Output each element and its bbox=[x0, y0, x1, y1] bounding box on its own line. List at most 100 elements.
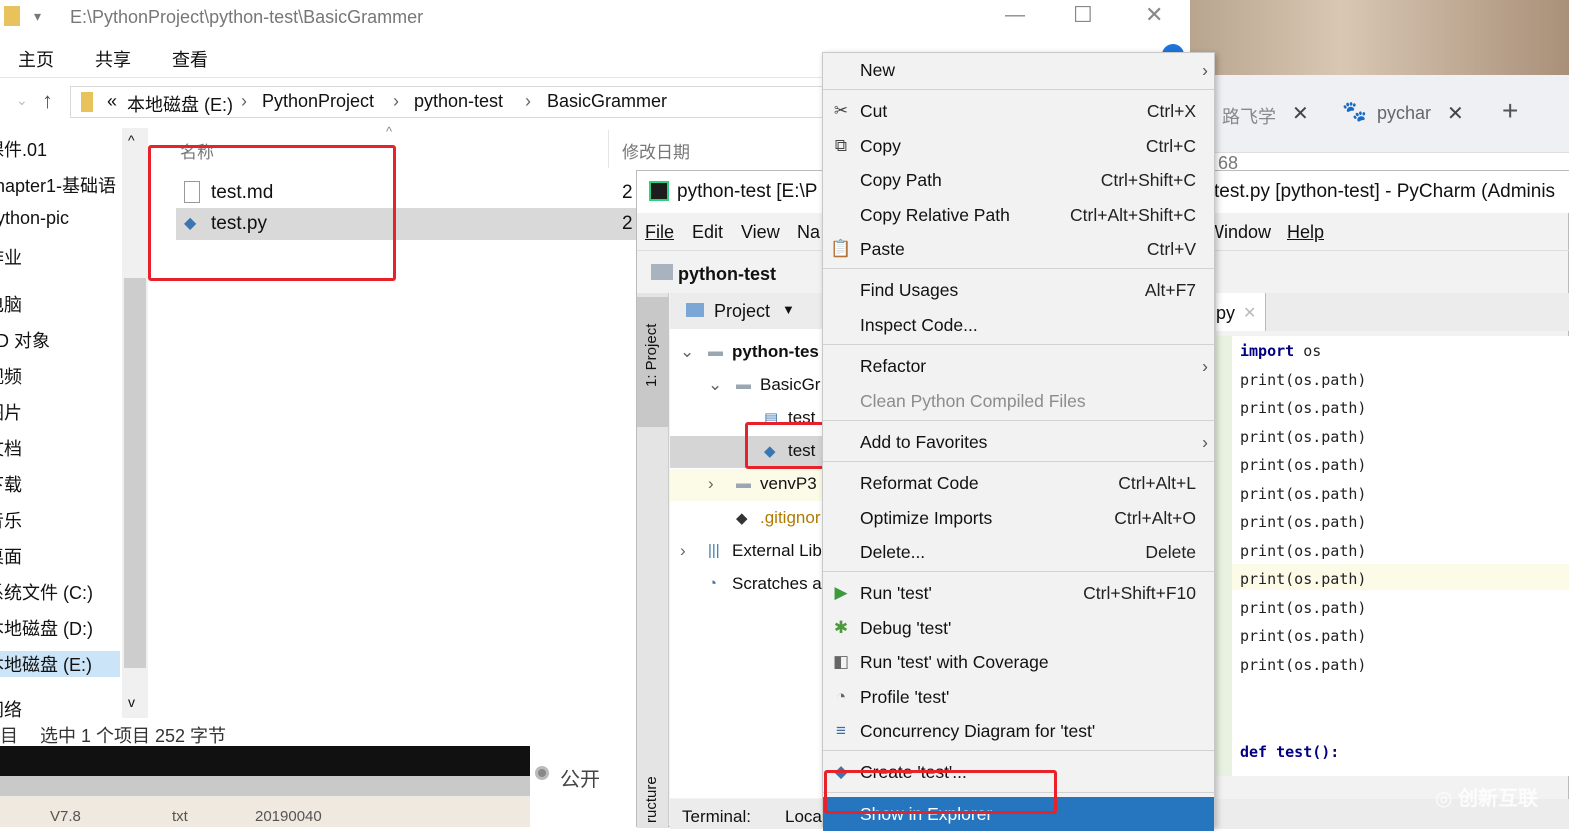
menu-item-label: Inspect Code... bbox=[860, 314, 978, 335]
breadcrumb-item[interactable]: BasicGrammer bbox=[547, 91, 667, 112]
menu-item-label: Copy Relative Path bbox=[860, 204, 1010, 225]
menu-item-refactor[interactable]: Refactor › bbox=[823, 349, 1214, 383]
menu-window[interactable]: Window bbox=[1207, 222, 1271, 243]
scratches-icon: ◔ bbox=[708, 574, 718, 592]
tab-home[interactable]: 主页 bbox=[18, 46, 54, 72]
concurrency-icon: ≡ bbox=[836, 721, 846, 741]
menu-view[interactable]: View bbox=[741, 222, 780, 243]
menu-item-new[interactable]: New › bbox=[823, 53, 1214, 87]
menu-file[interactable]: File bbox=[645, 222, 674, 243]
menu-item-debug-test[interactable]: ✱ Debug 'test' bbox=[823, 611, 1214, 645]
breadcrumb-item[interactable]: python-test bbox=[414, 91, 503, 112]
close-button[interactable]: ✕ bbox=[1145, 2, 1163, 28]
nav-item[interactable]: 3D 对象 bbox=[0, 327, 120, 353]
close-icon[interactable]: ✕ bbox=[1243, 303, 1256, 323]
tab-project[interactable]: 1: Project bbox=[637, 297, 669, 427]
menu-item-reformat-code[interactable]: Reformat Code Ctrl+Alt+L bbox=[823, 466, 1214, 500]
menu-item-profile-test[interactable]: ◔ Profile 'test' bbox=[823, 680, 1214, 714]
menu-item-copy-path[interactable]: Copy Path Ctrl+Shift+C bbox=[823, 163, 1214, 197]
menu-item-cut[interactable]: ✂ Cut Ctrl+X bbox=[823, 94, 1214, 128]
nav-item[interactable]: 电脑 bbox=[0, 291, 120, 317]
maximize-button[interactable]: ☐ bbox=[1073, 2, 1093, 28]
background-window: V7.8 txt 20190040 bbox=[0, 796, 530, 827]
scroll-down-icon[interactable]: v bbox=[128, 694, 135, 710]
new-tab-button[interactable]: + bbox=[1502, 95, 1518, 127]
nav-item[interactable]: 桌面 bbox=[0, 543, 120, 569]
submenu-arrow-icon: › bbox=[1202, 60, 1208, 80]
menu-item-label: Copy bbox=[860, 135, 901, 156]
menu-item-shortcut: Ctrl+X bbox=[1146, 101, 1196, 122]
address-bar[interactable]: « 本地磁盘 (E:) › PythonProject › python-tes… bbox=[70, 86, 830, 118]
menu-item-inspect-code[interactable]: Inspect Code... bbox=[823, 308, 1214, 342]
project-view-dropdown[interactable]: Project ▼ bbox=[670, 293, 823, 329]
editor-tab-test-py[interactable]: py ✕ bbox=[1216, 293, 1266, 331]
menu-item-run-test-with-coverage[interactable]: ◧ Run 'test' with Coverage bbox=[823, 645, 1214, 679]
close-icon[interactable]: ✕ bbox=[1292, 101, 1309, 126]
menu-item-shortcut: Ctrl+Alt+Shift+C bbox=[1070, 204, 1196, 225]
menu-item-concurrency-diagram-for-test[interactable]: ≡ Concurrency Diagram for 'test' bbox=[823, 714, 1214, 748]
tree-item[interactable]: › ▬ venvP3 bbox=[670, 469, 823, 502]
folder-icon bbox=[81, 92, 93, 112]
browser-tab-1[interactable]: 路飞学 bbox=[1222, 103, 1276, 129]
nav-item[interactable]: 文档 bbox=[0, 435, 120, 461]
tree-item[interactable]: ⌄ ▬ BasicGr bbox=[670, 370, 823, 402]
tab-structure[interactable]: ructure bbox=[643, 776, 660, 823]
code-editor[interactable]: import os print(os.path) print(os.path) pri… bbox=[1232, 336, 1569, 776]
tab-view[interactable]: 查看 bbox=[172, 46, 208, 72]
nav-item[interactable]: 下载 bbox=[0, 471, 120, 497]
menu-item-delete[interactable]: Delete... Delete bbox=[823, 535, 1214, 569]
menu-item-label: Paste bbox=[860, 238, 905, 259]
expand-arrow-icon[interactable]: ⌄ bbox=[708, 375, 722, 395]
quick-access-dropdown[interactable]: ▾ bbox=[34, 8, 41, 25]
tree-item[interactable]: ◔ Scratches a bbox=[670, 569, 823, 601]
menu-item-paste[interactable]: 📋 Paste Ctrl+V bbox=[823, 232, 1214, 266]
tree-item[interactable]: ⌄ ▬ python-tes bbox=[670, 337, 823, 369]
menu-item-clean-python-compiled-files[interactable]: Clean Python Compiled Files bbox=[823, 384, 1214, 418]
expand-arrow-icon[interactable]: › bbox=[708, 474, 714, 494]
menu-item-copy[interactable]: ⧉ Copy Ctrl+C bbox=[823, 129, 1214, 163]
scroll-up-icon[interactable]: ^ bbox=[128, 132, 135, 148]
nav-item[interactable]: 系统文件 (C:) bbox=[0, 579, 120, 605]
breadcrumb-item[interactable]: 本地磁盘 (E:) bbox=[127, 91, 233, 117]
tree-item[interactable]: › ||| External Lib bbox=[670, 536, 823, 568]
menu-item-label: New bbox=[860, 60, 896, 80]
menu-item-copy-relative-path[interactable]: Copy Relative Path Ctrl+Alt+Shift+C bbox=[823, 198, 1214, 232]
recent-dropdown[interactable]: ⌄ bbox=[16, 92, 28, 109]
nav-item[interactable]: 本地磁盘 (D:) bbox=[0, 615, 120, 641]
minimize-button[interactable]: — bbox=[1005, 4, 1025, 27]
menu-navigate[interactable]: Na bbox=[797, 222, 820, 243]
nav-item[interactable]: python-pic bbox=[0, 208, 120, 229]
menu-item-shortcut: Ctrl+Alt+O bbox=[1114, 507, 1196, 528]
menu-help[interactable]: Help bbox=[1287, 222, 1324, 243]
browser-tab-2[interactable]: pychar bbox=[1377, 103, 1431, 124]
radio-button[interactable] bbox=[535, 766, 549, 780]
nav-item[interactable]: 本地磁盘 (E:) bbox=[0, 651, 120, 677]
menu-item-find-usages[interactable]: Find Usages Alt+F7 bbox=[823, 273, 1214, 307]
menu-edit[interactable]: Edit bbox=[692, 222, 723, 243]
nav-item[interactable]: 作业 bbox=[0, 244, 120, 270]
breadcrumb-item[interactable]: PythonProject bbox=[262, 91, 374, 112]
menu-item-shortcut: Ctrl+Shift+C bbox=[1100, 170, 1196, 191]
menu-item-label: Optimize Imports bbox=[860, 507, 993, 528]
nav-item[interactable]: chapter1-基础语 bbox=[0, 172, 120, 198]
menu-item-optimize-imports[interactable]: Optimize Imports Ctrl+Alt+O bbox=[823, 501, 1214, 535]
nav-item[interactable]: 01.课件 bbox=[0, 136, 120, 162]
menu-item-label: Concurrency Diagram for 'test' bbox=[860, 721, 1096, 742]
nav-item[interactable]: 视频 bbox=[0, 363, 120, 389]
menu-item-run-test[interactable]: ▶ Run 'test' Ctrl+Shift+F10 bbox=[823, 576, 1214, 610]
menu-item-label: Reformat Code bbox=[860, 473, 979, 494]
expand-arrow-icon[interactable]: ⌄ bbox=[680, 342, 694, 362]
up-arrow-icon[interactable]: ↑ bbox=[42, 88, 53, 114]
tab-share[interactable]: 共享 bbox=[95, 46, 131, 72]
tab-terminal[interactable]: Terminal: bbox=[682, 807, 751, 827]
column-modified[interactable]: 修改日期 bbox=[622, 138, 690, 163]
tree-item[interactable]: ◆ .gitignor bbox=[670, 503, 823, 535]
nav-item[interactable]: 图片 bbox=[0, 399, 120, 425]
code-line: print(os.path) bbox=[1240, 598, 1367, 617]
expand-arrow-icon[interactable]: › bbox=[680, 541, 686, 561]
nav-item[interactable]: 音乐 bbox=[0, 507, 120, 533]
scrollbar-thumb[interactable] bbox=[124, 278, 146, 668]
terminal-local-tab[interactable]: Loca bbox=[785, 807, 822, 827]
close-icon[interactable]: ✕ bbox=[1447, 101, 1464, 126]
menu-item-add-to-favorites[interactable]: Add to Favorites › bbox=[823, 425, 1214, 459]
